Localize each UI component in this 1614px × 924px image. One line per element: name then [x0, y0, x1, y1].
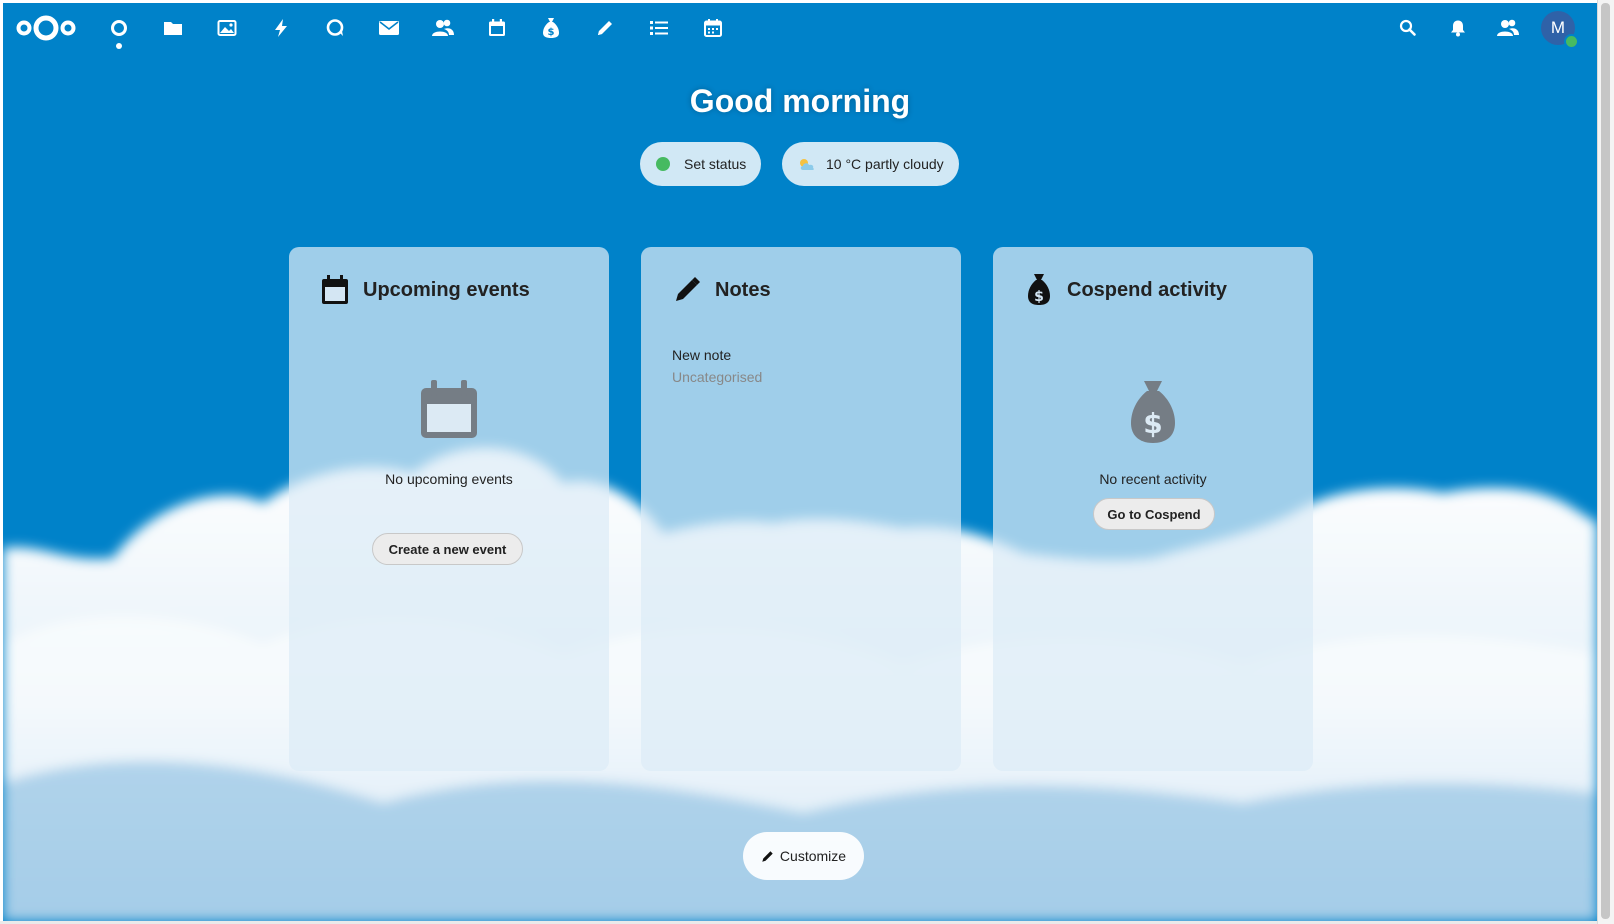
status-online-indicator [1564, 34, 1579, 49]
calendar-grid-icon [704, 19, 722, 37]
contacts-icon [432, 19, 454, 36]
nav-cospend[interactable]: $ [524, 3, 578, 53]
svg-text:$: $ [1143, 407, 1162, 440]
panel-notes: Notes New note Uncategorised [641, 247, 961, 771]
weather-status-button[interactable]: 10 °C partly cloudy [782, 142, 959, 186]
nav-talk[interactable] [308, 3, 362, 53]
create-event-button[interactable]: Create a new event [372, 533, 523, 565]
header-right: M [1383, 3, 1597, 53]
panel-upcoming-events: Upcoming events No upcoming events Creat… [289, 247, 609, 771]
calendar-icon [319, 273, 351, 307]
panel-header: Notes [671, 273, 771, 307]
online-status-dot [656, 157, 670, 171]
customize-label: Customize [779, 848, 847, 864]
nextcloud-logo[interactable] [15, 13, 77, 43]
chat-bubble-icon [326, 19, 344, 36]
panel-title: Upcoming events [363, 278, 530, 301]
pencil-icon [598, 21, 612, 35]
folder-icon [164, 22, 182, 35]
calendar-empty-icon [289, 380, 609, 440]
bell-icon [1451, 20, 1465, 37]
money-bag-icon: $ [1023, 273, 1055, 307]
partly-cloudy-icon [798, 157, 816, 171]
svg-text:$: $ [548, 27, 555, 38]
set-status-button[interactable]: Set status [640, 142, 762, 186]
nav-mail[interactable] [362, 3, 416, 53]
nav-deck[interactable] [686, 3, 740, 53]
contacts-menu-button[interactable] [1483, 3, 1533, 53]
money-bag-icon: $ [543, 18, 559, 38]
panel-title: Cospend activity [1067, 278, 1228, 301]
greeting-title: Good morning [689, 83, 911, 119]
customize-button[interactable]: Customize [743, 832, 864, 880]
weather-label: 10 °C partly cloudy [826, 156, 944, 172]
go-to-cospend-button[interactable]: Go to Cospend [1093, 498, 1215, 530]
empty-text: No recent activity [1099, 471, 1207, 487]
contacts-menu-icon [1497, 19, 1519, 36]
empty-text: No upcoming events [385, 471, 513, 487]
nav-files[interactable] [146, 3, 200, 53]
nav-notes[interactable] [578, 3, 632, 53]
scrollbar-thumb[interactable] [1601, 3, 1610, 919]
checklist-icon [650, 21, 668, 35]
search-button[interactable] [1383, 3, 1433, 53]
top-header: $ M [3, 3, 1597, 53]
panel-header: $ Cospend activity [1023, 273, 1227, 307]
nav-tasks[interactable] [632, 3, 686, 53]
pencil-icon [671, 273, 703, 307]
nav-dashboard[interactable] [92, 3, 146, 53]
calendar-icon [489, 19, 505, 36]
panel-cospend-activity: $ Cospend activity $ No recent activity … [993, 247, 1313, 771]
lightning-icon [275, 19, 287, 37]
dashboard-icon [111, 20, 127, 36]
pencil-icon [761, 850, 774, 863]
panel-title: Notes [715, 278, 771, 301]
note-item-category: Uncategorised [672, 369, 763, 385]
panel-header: Upcoming events [319, 273, 530, 307]
user-avatar[interactable]: M [1541, 11, 1579, 49]
avatar-initial: M [1550, 18, 1566, 37]
nav-photos[interactable] [200, 3, 254, 53]
svg-text:$: $ [1034, 289, 1044, 305]
app-navigation: $ [92, 3, 740, 53]
nav-calendar[interactable] [470, 3, 524, 53]
notifications-button[interactable] [1433, 3, 1483, 53]
dashboard-background: $ M Good morning Set status 10 °C partly… [3, 3, 1597, 921]
nav-contacts[interactable] [416, 3, 470, 53]
envelope-icon [379, 21, 399, 35]
search-icon [1399, 19, 1416, 36]
money-bag-empty-icon: $ [993, 379, 1313, 445]
image-icon [217, 20, 237, 36]
nav-activity[interactable] [254, 3, 308, 53]
set-status-label: Set status [684, 156, 747, 172]
note-item-title[interactable]: New note [672, 347, 731, 363]
